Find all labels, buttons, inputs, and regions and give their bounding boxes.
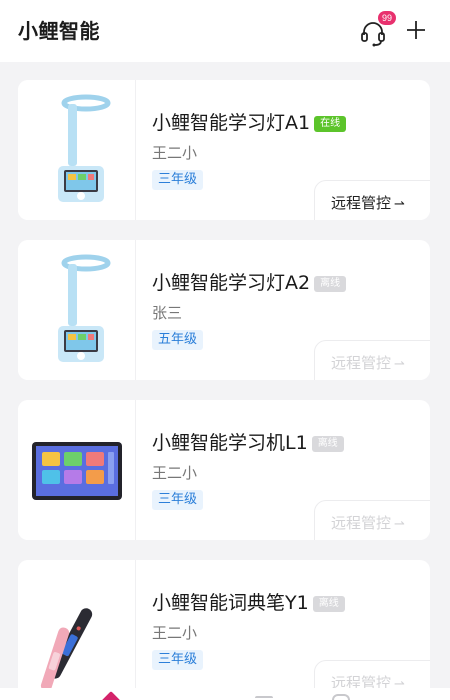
grade-tag: 五年级 <box>152 330 204 350</box>
device-name: 小鲤智能学习机L1 离线 <box>152 428 344 455</box>
device-name: 小鲤智能学习灯A1 在线 <box>152 108 347 135</box>
grade-tag: 三年级 <box>152 490 204 510</box>
tab-icon[interactable] <box>255 696 273 700</box>
arrow-right-icon: ⇀ <box>394 517 405 532</box>
status-badge: 在线 <box>314 116 347 132</box>
status-badge: 离线 <box>312 596 345 612</box>
grade-tag: 三年级 <box>152 650 204 670</box>
learning-tablet-icon <box>32 442 122 500</box>
device-image <box>18 560 136 700</box>
device-list: 小鲤智能学习灯A1 在线 王二小 三年级 远程管控 ⇀ 小鲤智能学习灯A2 离线 张三… <box>0 62 450 700</box>
owner-name: 王二小 <box>152 144 198 162</box>
owner-name: 张三 <box>152 304 183 322</box>
device-name: 小鲤智能学习灯A2 离线 <box>152 268 347 295</box>
add-device-button[interactable] <box>404 18 428 42</box>
grade-tag: 三年级 <box>152 170 204 190</box>
device-card-lamp-a2[interactable]: 小鲤智能学习灯A2 离线 张三 五年级 远程管控 ⇀ <box>18 240 430 380</box>
study-lamp-icon <box>58 94 111 202</box>
plus-icon <box>407 21 425 39</box>
top-bar: 小鲤智能 99 <box>0 0 450 62</box>
device-image <box>18 400 136 540</box>
device-image <box>18 240 136 380</box>
dictionary-pen-icon <box>40 608 93 692</box>
study-lamp-icon <box>58 254 111 362</box>
owner-name: 王二小 <box>152 624 198 642</box>
bottom-tab-bar <box>0 688 450 700</box>
device-card-tablet-l1[interactable]: 小鲤智能学习机L1 离线 王二小 三年级 远程管控 ⇀ <box>18 400 430 540</box>
device-image <box>18 80 136 220</box>
remote-control-button[interactable]: 远程管控 ⇀ <box>314 340 430 380</box>
home-icon[interactable] <box>101 691 121 700</box>
owner-name: 王二小 <box>152 464 198 482</box>
remote-control-button[interactable]: 远程管控 ⇀ <box>314 180 430 220</box>
tab-icon[interactable] <box>332 694 350 700</box>
status-badge: 离线 <box>311 436 344 452</box>
arrow-right-icon: ⇀ <box>394 197 405 212</box>
device-card-pen-y1[interactable]: 小鲤智能词典笔Y1 离线 王二小 三年级 远程管控 ⇀ <box>18 560 430 700</box>
customer-support-button[interactable]: 99 <box>356 11 396 48</box>
remote-control-button[interactable]: 远程管控 ⇀ <box>314 500 430 540</box>
device-card-lamp-a1[interactable]: 小鲤智能学习灯A1 在线 王二小 三年级 远程管控 ⇀ <box>18 80 430 220</box>
device-name: 小鲤智能词典笔Y1 离线 <box>152 588 345 615</box>
status-badge: 离线 <box>314 276 347 292</box>
notification-badge: 99 <box>378 11 396 25</box>
arrow-right-icon: ⇀ <box>394 357 405 372</box>
app-title: 小鲤智能 <box>18 19 100 43</box>
